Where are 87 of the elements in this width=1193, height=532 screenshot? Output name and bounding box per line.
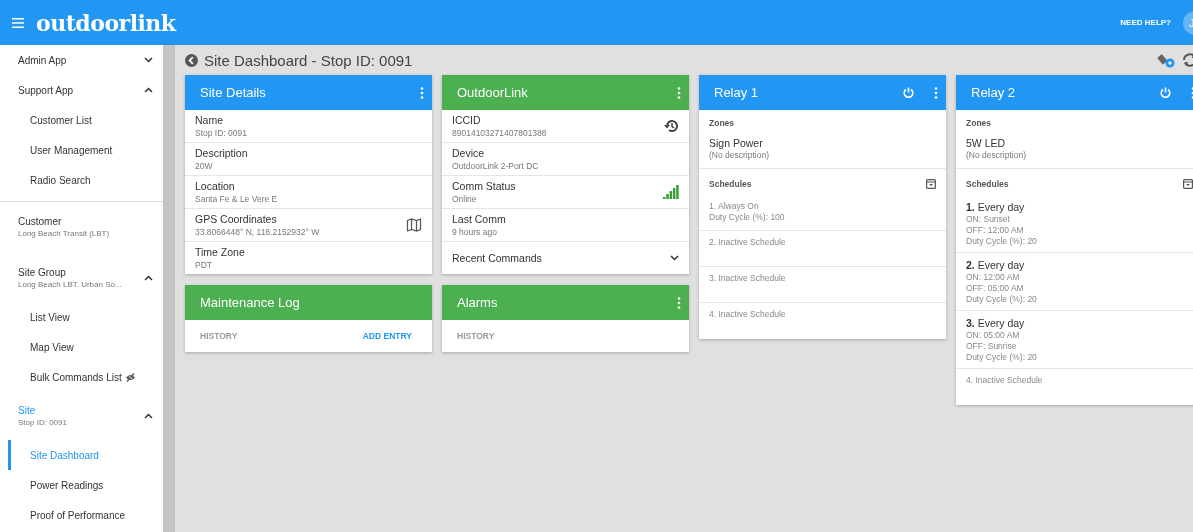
field-value: 33.8066448° N, 118.2152932° W — [195, 227, 321, 237]
field-label: ICCID — [452, 114, 482, 126]
chevron-up-icon[interactable] — [144, 87, 153, 93]
more-options-icon[interactable] — [420, 86, 424, 99]
sidebar-item[interactable]: Map View — [8, 332, 163, 362]
schedule-title: 3. Inactive Schedule — [709, 273, 787, 283]
chevron-up-icon[interactable] — [144, 413, 153, 419]
card-title: Alarms — [457, 295, 499, 310]
field-label: Time Zone — [195, 246, 246, 258]
sidebar-item[interactable]: Bulk Commands List — [8, 362, 163, 392]
schedule-detail: OFF: 05:00 AM — [966, 283, 1025, 293]
sidebar-section[interactable]: Admin App — [18, 54, 67, 66]
field-value: 89014103271407801388 — [452, 128, 548, 138]
field-value: PDT — [195, 260, 213, 270]
zone-name: Sign Power — [709, 137, 764, 149]
field-label: Description — [195, 147, 249, 159]
sidebar-subtitle: Long Beach Transit (LBT) — [18, 229, 111, 238]
schedule-detail: Duty Cycle (%): 20 — [966, 236, 1038, 246]
schedule-title: 2. Inactive Schedule — [709, 237, 787, 247]
field-label: Location — [195, 180, 236, 192]
card-title: Maintenance Log — [200, 295, 301, 310]
history-icon[interactable] — [663, 119, 679, 133]
card-title: Relay 2 — [971, 85, 1017, 100]
field-value: Santa Fe & Le Vere E — [195, 194, 279, 204]
field-value: Stop ID: 0091 — [195, 128, 248, 138]
chevron-down-icon[interactable] — [670, 255, 679, 261]
page-title: Site Dashboard - Stop ID: 0091 — [204, 51, 413, 69]
calendar-icon[interactable] — [1183, 179, 1193, 189]
sidebar-item[interactable]: Customer List — [8, 105, 163, 135]
field-label: GPS Coordinates — [195, 213, 278, 225]
schedule-detail: ON: 12:00 AM — [966, 272, 1021, 282]
section-label: Schedules — [709, 179, 752, 189]
more-options-icon[interactable] — [934, 86, 938, 99]
add-device-icon[interactable] — [1157, 52, 1175, 68]
back-icon[interactable] — [185, 53, 198, 67]
field-value: 9 hours ago — [452, 227, 498, 237]
calendar-icon[interactable] — [926, 179, 936, 189]
power-icon[interactable] — [903, 87, 914, 98]
zone-description: (No description) — [709, 150, 770, 160]
schedule-detail: Duty Cycle (%): 20 — [966, 352, 1038, 362]
schedule-detail: OFF: Sunrise — [966, 341, 1018, 351]
schedule-title: 1. Every day — [966, 201, 1026, 213]
card-title: Relay 1 — [714, 85, 760, 100]
schedule-title: 4. Inactive Schedule — [709, 309, 787, 319]
chevron-down-icon[interactable] — [144, 57, 153, 63]
more-options-icon[interactable] — [677, 86, 681, 99]
field-value: OutdoorLink 2-Port DC — [452, 161, 540, 171]
zone-description: (No description) — [966, 150, 1027, 160]
menu-icon[interactable] — [12, 17, 24, 28]
sidebar-item[interactable]: Radio Search — [8, 165, 163, 195]
map-icon[interactable] — [406, 218, 422, 232]
sidebar-item[interactable]: List View — [8, 302, 163, 332]
schedule-title: 2. Every day — [966, 259, 1026, 271]
eye-slash-icon — [124, 372, 136, 382]
section-label: Zones — [709, 118, 736, 128]
card-title: OutdoorLink — [457, 85, 529, 100]
sidebar-label: Customer — [18, 216, 63, 227]
field-value: 20W — [195, 161, 214, 171]
zone-name: 5W LED — [966, 137, 1007, 149]
sidebar-section[interactable]: Support App — [18, 84, 74, 96]
chevron-up-icon[interactable] — [144, 275, 153, 281]
power-icon[interactable] — [1160, 87, 1171, 98]
sidebar-item[interactable]: Proof of Performance — [8, 500, 163, 530]
sidebar-item[interactable]: User Management — [8, 135, 163, 165]
sidebar-item[interactable]: Power Readings — [8, 470, 163, 500]
schedule-title: 3. Every day — [966, 317, 1026, 329]
sidebar-subtitle: Long Beach LBT. Urban So... — [18, 280, 122, 289]
field-label: Device — [452, 147, 486, 159]
sidebar-section[interactable]: Site Group — [18, 267, 122, 278]
schedule-detail: ON: 05:00 AM — [966, 330, 1021, 340]
field-label: Comm Status — [452, 180, 517, 192]
field-label: Name — [195, 114, 224, 126]
section-label: Schedules — [966, 179, 1009, 189]
card-title: Site Details — [200, 85, 267, 100]
sidebar-subtitle: Stop ID: 0091 — [18, 418, 67, 427]
more-options-icon[interactable] — [677, 296, 681, 309]
schedule-detail: Duty Cycle (%): 100 — [709, 212, 786, 222]
field-label: Recent Commands — [452, 252, 543, 264]
field-value: Online — [452, 194, 478, 204]
schedule-title: 4. Inactive Schedule — [966, 375, 1044, 385]
field-label: Last Comm — [452, 213, 507, 225]
schedule-detail: OFF: 12:00 AM — [966, 225, 1025, 235]
section-label: Zones — [966, 118, 993, 128]
schedule-detail: Duty Cycle (%): 20 — [966, 294, 1038, 304]
schedule-detail: ON: Sunset — [966, 214, 1011, 224]
schedule-title: 1. Always On — [709, 201, 760, 211]
signal-icon — [663, 185, 679, 199]
